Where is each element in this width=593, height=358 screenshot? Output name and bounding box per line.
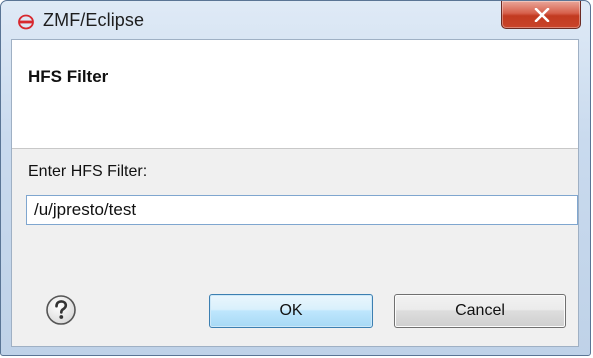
dialog-header-title: HFS Filter: [28, 67, 109, 86]
close-icon: [534, 8, 550, 22]
close-button[interactable]: [501, 1, 581, 29]
help-icon: [46, 295, 76, 325]
hfs-filter-input[interactable]: [26, 195, 578, 225]
dialog-content: HFS Filter Enter HFS Filter: OK Cancel: [11, 39, 579, 347]
window-title: ZMF/Eclipse: [43, 10, 145, 30]
cancel-button[interactable]: Cancel: [394, 294, 566, 328]
title-bar[interactable]: ZMF/Eclipse: [1, 1, 590, 39]
zmf-logo-icon: [18, 14, 34, 30]
hfs-filter-label: Enter HFS Filter:: [28, 163, 148, 180]
help-button[interactable]: [44, 293, 78, 327]
dialog-header: HFS Filter: [12, 40, 578, 149]
ok-button[interactable]: OK: [209, 294, 373, 328]
dialog-window: ZMF/Eclipse HFS Filter Enter HFS Filter:: [0, 0, 591, 356]
